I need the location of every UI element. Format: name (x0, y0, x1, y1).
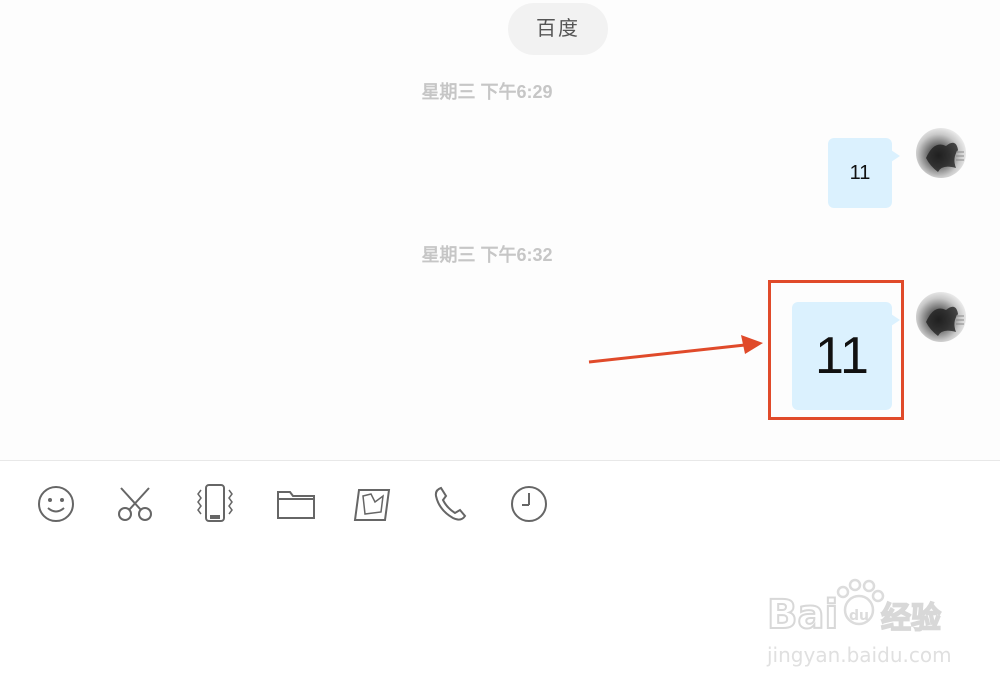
divider (0, 460, 1000, 461)
message-timestamp: 星期三 下午6:32 (421, 245, 553, 265)
highlight-box (768, 280, 904, 420)
chat-toolbar (0, 478, 1000, 534)
message-timestamp: 星期三 下午6:29 (421, 82, 553, 102)
avatar-image (926, 142, 964, 172)
image-icon[interactable] (349, 478, 397, 530)
svg-text:经验: 经验 (881, 601, 941, 636)
avatar[interactable] (916, 128, 966, 178)
avatar-image (926, 306, 964, 336)
folder-icon[interactable] (272, 478, 320, 530)
vibrate-phone-icon[interactable] (191, 478, 239, 530)
svg-text:Bai: Bai (767, 592, 838, 638)
annotation-arrow (588, 335, 763, 364)
svg-text:du: du (849, 608, 869, 624)
svg-text:jingyan.baidu.com: jingyan.baidu.com (766, 643, 952, 667)
avatar[interactable] (916, 292, 966, 342)
phone-icon[interactable] (427, 478, 475, 530)
baidu-jingyan-watermark: Bai du 经验 jingyan.baidu.com (766, 578, 952, 667)
message-bubble[interactable]: 11 (828, 138, 900, 208)
chat-title[interactable]: 百度 (508, 3, 608, 55)
scissors-icon[interactable] (111, 478, 159, 530)
chat-message-area: 百度 星期三 下午6:29 11 星期三 下午6:32 11 (0, 0, 1000, 460)
emoji-icon[interactable] (32, 478, 80, 530)
clock-icon[interactable] (505, 478, 553, 530)
